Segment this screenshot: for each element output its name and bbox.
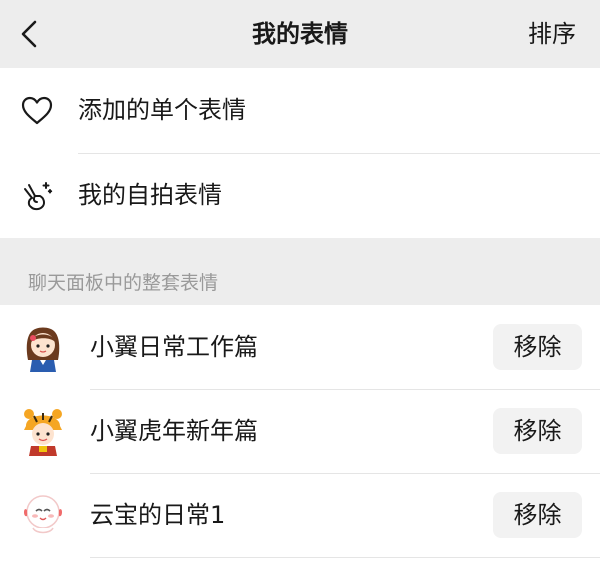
sticker-pack-row[interactable]: 云宝的日常1 移除 bbox=[0, 473, 600, 557]
sticker-pack-list: 小翼日常工作篇 移除 小翼虎年新年篇 移除 云宝的日常1 移除 bbox=[0, 305, 600, 562]
divider bbox=[90, 557, 600, 558]
victory-hand-sparkle-icon bbox=[24, 182, 53, 211]
pack-name: 小翼日常工作篇 bbox=[90, 333, 258, 361]
cloud-mascot-sticker-avatar bbox=[24, 495, 62, 534]
remove-button[interactable]: 移除 bbox=[493, 492, 582, 538]
list-item-single-stickers[interactable]: 添加的单个表情 bbox=[0, 68, 600, 153]
tiger-hat-sticker-avatar bbox=[24, 409, 62, 456]
navigation-bar: 我的表情 排序 bbox=[0, 0, 600, 68]
section-header: 聊天面板中的整套表情 bbox=[0, 238, 600, 305]
sort-button[interactable]: 排序 bbox=[528, 17, 576, 51]
pack-name: 云宝的日常1 bbox=[90, 501, 226, 529]
sticker-pack-row[interactable]: 小翼虎年新年篇 移除 bbox=[0, 389, 600, 473]
my-stickers-list: 添加的单个表情 我的自拍表情 bbox=[0, 68, 600, 238]
remove-button[interactable]: 移除 bbox=[493, 408, 582, 454]
list-item-label: 添加的单个表情 bbox=[78, 96, 246, 124]
page-title: 我的表情 bbox=[252, 20, 348, 48]
section-title: 聊天面板中的整套表情 bbox=[28, 272, 219, 294]
list-item-selfie-stickers[interactable]: 我的自拍表情 bbox=[0, 153, 600, 238]
pack-name: 小翼虎年新年篇 bbox=[90, 417, 258, 445]
list-item-label: 我的自拍表情 bbox=[78, 181, 222, 209]
girl-sticker-avatar bbox=[26, 327, 60, 372]
heart-outline-icon bbox=[21, 96, 53, 125]
sticker-pack-row[interactable]: 小翼日常工作篇 移除 bbox=[0, 305, 600, 389]
remove-button[interactable]: 移除 bbox=[493, 324, 582, 370]
